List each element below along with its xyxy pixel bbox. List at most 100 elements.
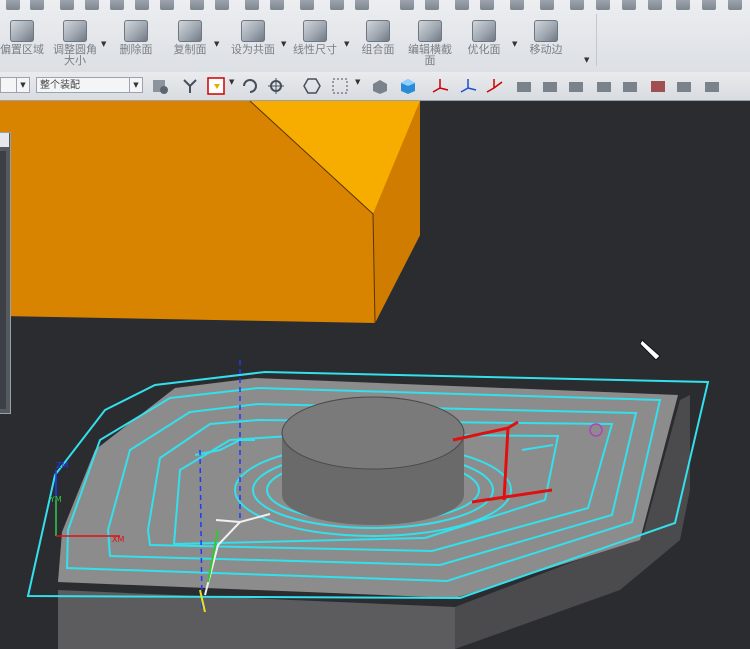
button-label: 删除面 [119, 43, 153, 56]
button-label: 复制面 [173, 43, 207, 56]
dropdown-arrow-icon[interactable]: ▼ [355, 78, 360, 86]
pencil-cursor-icon [640, 339, 661, 361]
part-front-face [58, 590, 455, 649]
filter-settings-icon[interactable] [150, 76, 170, 96]
chevron-down-icon[interactable]: ▼ [16, 78, 29, 92]
box-select-icon[interactable] [330, 76, 350, 96]
tool-icon[interactable] [480, 0, 494, 10]
chevron-down-icon[interactable]: ▼ [129, 78, 142, 92]
tool-icon[interactable] [270, 0, 284, 10]
button-label-line2: 面 [424, 54, 436, 67]
optimize-face-icon [472, 20, 496, 42]
tool-icon[interactable] [300, 0, 314, 10]
view-tool-icon[interactable] [514, 76, 534, 96]
tool-icon[interactable] [85, 0, 99, 10]
group-face-icon [366, 20, 390, 42]
tool-icon[interactable] [648, 0, 662, 10]
tool-icon[interactable] [160, 0, 174, 10]
dropdown-arrow-icon[interactable]: ▼ [344, 40, 349, 48]
hexagon-icon[interactable] [302, 76, 322, 96]
snap-point-icon[interactable] [266, 76, 286, 96]
edit-cross-section-button[interactable]: 编辑横截 面 [406, 20, 454, 68]
ribbon: 偏置区域 调整圆角 大小 ▼ 删除面 复制面 ▼ 设为共面 ▼ 线性尺寸 ▼ 组… [0, 0, 750, 73]
tool-icon[interactable] [676, 0, 690, 10]
rotate-icon[interactable] [240, 76, 260, 96]
make-coplanar-icon [241, 20, 265, 42]
boss-top [281, 396, 465, 470]
more-dropdown-arrow-icon[interactable]: ▼ [584, 56, 589, 64]
view-tool-icon[interactable] [620, 76, 640, 96]
selection-scope-value: 整个装配 [40, 80, 80, 91]
move-edge-icon [534, 20, 558, 42]
edit-cross-section-icon [418, 20, 442, 42]
view-tool-icon[interactable] [702, 76, 722, 96]
tool-icon[interactable] [510, 0, 524, 10]
tool-icon[interactable] [190, 0, 204, 10]
tool-icon[interactable] [60, 0, 74, 10]
tool-icon[interactable] [596, 0, 610, 10]
graphics-viewport[interactable]: ZM YM XM [0, 101, 750, 649]
navigator-panel[interactable] [0, 132, 11, 414]
linear-dimension-icon [303, 20, 327, 42]
tool-icon[interactable] [570, 0, 584, 10]
tool-icon[interactable] [215, 0, 229, 10]
ribbon-divider [596, 14, 597, 66]
offset-region-icon [10, 20, 34, 42]
button-label: 线性尺寸 [293, 43, 337, 56]
dropdown-arrow-icon[interactable]: ▼ [281, 40, 286, 48]
wcs-orient-icon[interactable] [484, 76, 504, 96]
snap-arrows-icon[interactable] [180, 76, 200, 96]
tool-icon[interactable] [400, 0, 414, 10]
group-face-button[interactable]: 组合面 [358, 20, 398, 68]
offset-region-button[interactable]: 偏置区域 [0, 20, 44, 68]
dropdown-arrow-icon[interactable]: ▼ [512, 40, 517, 48]
type-filter-combo[interactable]: ▼ [0, 77, 30, 93]
tool-icon[interactable] [622, 0, 636, 10]
xm-label: XM [112, 535, 124, 544]
make-coplanar-button[interactable]: 设为共面 [230, 20, 276, 68]
tool-icon[interactable] [6, 0, 20, 10]
resize-blend-button[interactable]: 调整圆角 大小 [52, 20, 98, 68]
button-label: 优化面 [467, 43, 501, 56]
view-tool-icon[interactable] [674, 76, 694, 96]
button-label: 偏置区域 [0, 43, 44, 56]
tool-icon[interactable] [135, 0, 149, 10]
view-tool-icon[interactable] [540, 76, 560, 96]
wcs-axis-icon[interactable] [430, 76, 450, 96]
button-label-line2: 大小 [64, 54, 86, 67]
panel-body [0, 151, 6, 409]
delete-face-icon [124, 20, 148, 42]
tool-icon[interactable] [540, 0, 554, 10]
button-label: 组合面 [361, 43, 395, 56]
wcs-origin-icon[interactable] [458, 76, 478, 96]
button-label: 移动边 [529, 43, 563, 56]
copy-face-button[interactable]: 复制面 [170, 20, 210, 68]
shaded-view-icon[interactable] [370, 76, 390, 96]
delete-face-button[interactable]: 删除面 [116, 20, 156, 68]
tool-icon[interactable] [455, 0, 469, 10]
tool-icon[interactable] [728, 0, 742, 10]
optimize-face-button[interactable]: 优化面 [464, 20, 504, 68]
tool-icon[interactable] [330, 0, 344, 10]
tool-icon[interactable] [702, 0, 716, 10]
select-filter-icon[interactable] [206, 76, 226, 96]
view-cube-icon[interactable] [398, 76, 418, 96]
view-tool-icon[interactable] [594, 76, 614, 96]
dropdown-arrow-icon[interactable]: ▼ [214, 40, 219, 48]
selection-scope-combo[interactable]: 整个装配 ▼ [36, 77, 143, 93]
tool-icon[interactable] [425, 0, 439, 10]
selection-toolbar: ▼ 整个装配 ▼ ▼ ▼ [0, 72, 750, 101]
tool-icon[interactable] [245, 0, 259, 10]
dropdown-arrow-icon[interactable]: ▼ [229, 78, 234, 86]
view-tool-icon[interactable] [566, 76, 586, 96]
tool-icon[interactable] [110, 0, 124, 10]
tool-icon[interactable] [30, 0, 44, 10]
move-edge-button[interactable]: 移动边 [526, 20, 566, 68]
panel-header[interactable] [0, 133, 9, 147]
resize-blend-icon [63, 20, 87, 42]
button-label: 设为共面 [231, 43, 275, 56]
view-tool-icon[interactable] [648, 76, 668, 96]
tool-icon[interactable] [355, 0, 369, 10]
linear-dimension-button[interactable]: 线性尺寸 [292, 20, 338, 68]
dropdown-arrow-icon[interactable]: ▼ [101, 40, 106, 48]
